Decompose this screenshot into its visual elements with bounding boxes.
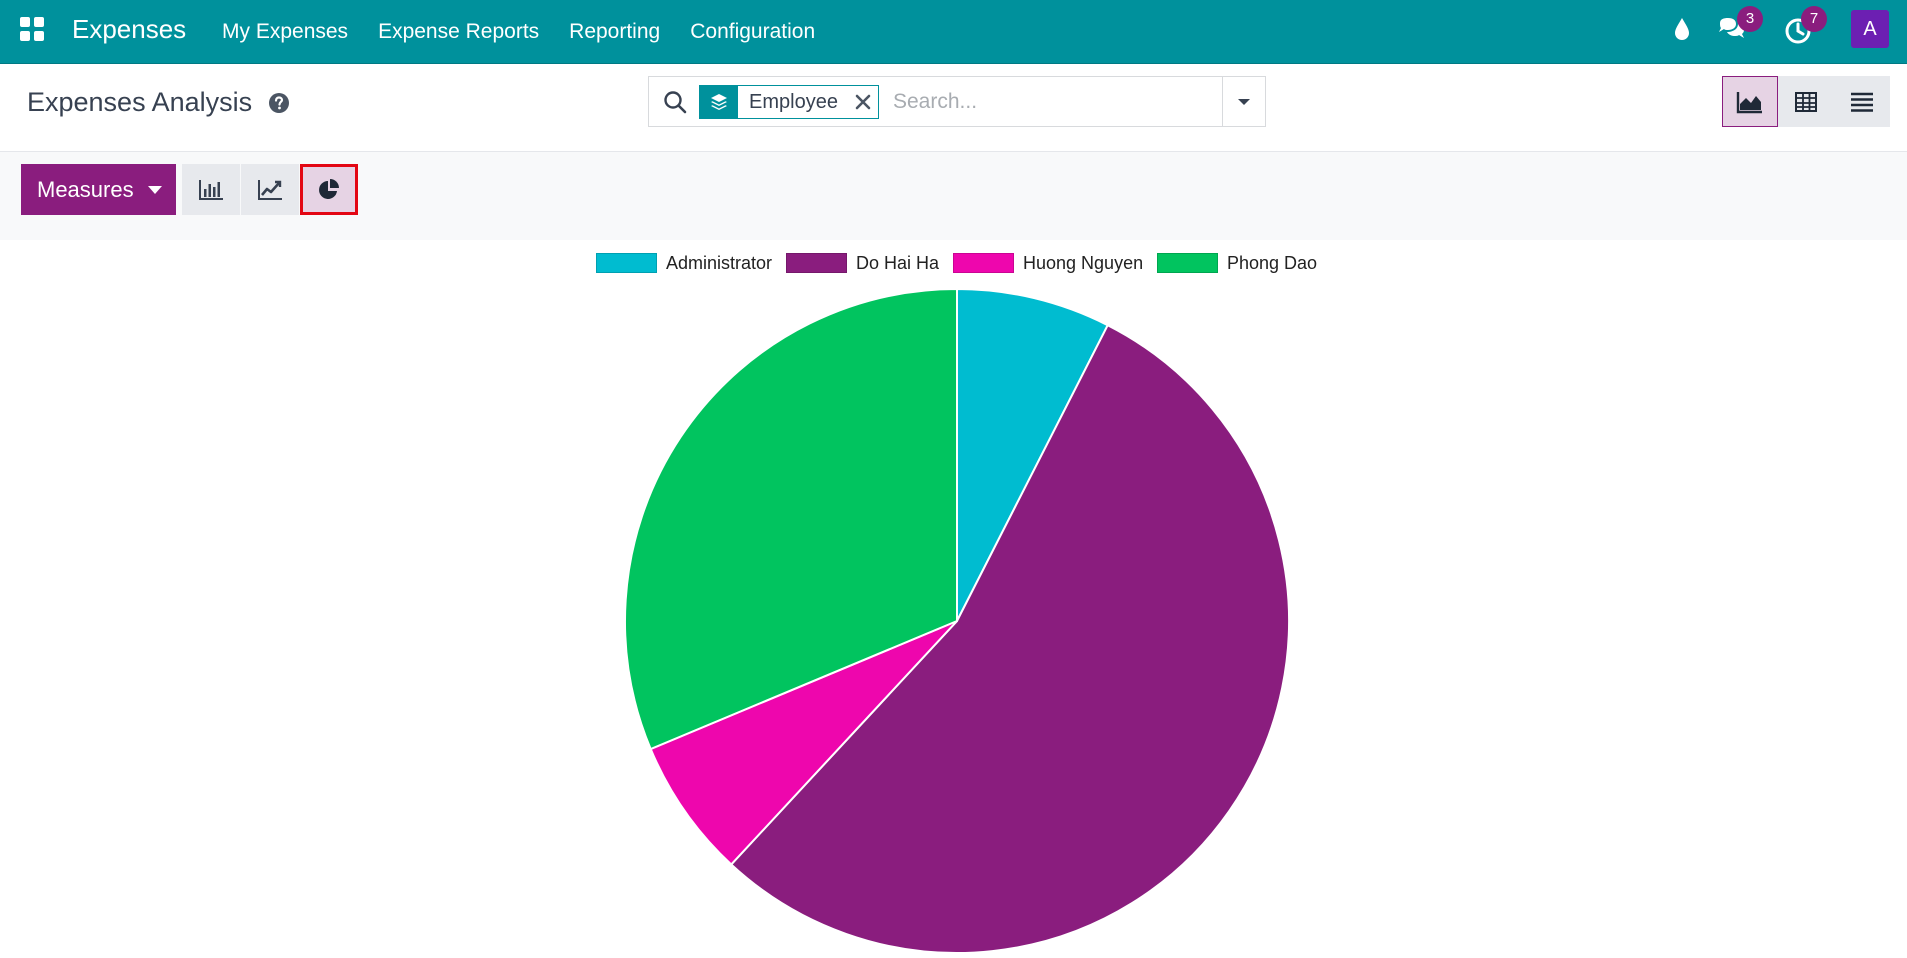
search-options-toggle[interactable]	[1222, 76, 1266, 127]
chart-legend: Administrator Do Hai Ha Huong Nguyen Pho…	[0, 250, 1907, 276]
legend-label: Do Hai Ha	[856, 252, 940, 273]
legend-item-do-hai-ha[interactable]: Do Hai Ha	[786, 250, 939, 276]
drop-icon[interactable]	[1665, 13, 1699, 47]
search-icon[interactable]	[662, 89, 688, 115]
menu-my-expenses[interactable]: My Expenses	[207, 0, 363, 64]
close-icon	[855, 94, 871, 110]
table-grid-icon	[1795, 91, 1817, 112]
measures-label: Measures	[37, 177, 134, 202]
group-by-layers-icon	[700, 86, 738, 118]
menu-expense-reports[interactable]: Expense Reports	[363, 0, 554, 64]
facet-remove-button[interactable]	[848, 86, 878, 118]
legend-item-huong-nguyen[interactable]: Huong Nguyen	[953, 250, 1143, 276]
search-bar: Employee	[648, 76, 1266, 127]
legend-swatch	[786, 253, 847, 273]
pivot-view-button[interactable]	[1778, 76, 1834, 127]
legend-swatch	[1157, 253, 1218, 273]
menu-configuration[interactable]: Configuration	[675, 0, 830, 64]
bar-chart-button[interactable]	[182, 164, 240, 215]
graph-toolbar: Measures	[0, 152, 1907, 240]
pie-chart	[624, 287, 1290, 954]
legend-label: Administrator	[666, 252, 773, 273]
list-view-button[interactable]	[1834, 76, 1890, 127]
bar-chart-icon	[199, 179, 223, 200]
legend-label: Phong Dao	[1227, 252, 1318, 273]
chart-area: Administrator Do Hai Ha Huong Nguyen Pho…	[0, 240, 1907, 954]
legend-item-phong-dao[interactable]: Phong Dao	[1157, 250, 1317, 276]
help-icon[interactable]	[268, 92, 290, 114]
search-input[interactable]	[893, 85, 1203, 119]
top-navbar: Expenses My Expenses Expense Reports Rep…	[0, 0, 1907, 64]
line-chart-button[interactable]	[241, 164, 299, 215]
area-chart-icon	[1736, 91, 1762, 113]
activities-count-badge: 7	[1801, 6, 1827, 32]
search-facet-employee: Employee	[699, 85, 879, 119]
measures-dropdown-button[interactable]: Measures	[21, 164, 176, 215]
app-brand[interactable]: Expenses	[72, 13, 186, 45]
page-title: Expenses Analysis	[27, 87, 253, 117]
main-menu: My Expenses Expense Reports Reporting Co…	[207, 0, 830, 64]
graph-view-button[interactable]	[1722, 76, 1778, 127]
caret-down-icon	[148, 186, 162, 194]
pie-chart-icon	[319, 178, 339, 199]
facet-label: Employee	[749, 91, 838, 113]
legend-item-administrator[interactable]: Administrator	[596, 250, 772, 276]
line-chart-icon	[258, 179, 282, 200]
list-icon	[1851, 92, 1873, 112]
pie-chart-button[interactable]	[300, 164, 358, 215]
apps-menu-icon[interactable]	[19, 16, 45, 42]
view-switcher	[1722, 76, 1890, 127]
legend-label: Huong Nguyen	[1023, 252, 1144, 273]
legend-swatch	[953, 253, 1014, 273]
legend-swatch	[596, 253, 657, 273]
user-avatar[interactable]: A	[1851, 10, 1889, 48]
menu-reporting[interactable]: Reporting	[554, 0, 675, 64]
graph-type-group	[182, 164, 359, 215]
messages-count-badge: 3	[1737, 6, 1763, 32]
caret-down-icon	[1238, 98, 1250, 105]
